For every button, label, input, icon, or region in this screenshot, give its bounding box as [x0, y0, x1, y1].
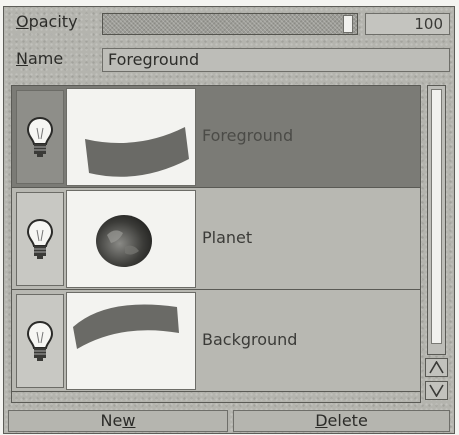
- lightbulb-icon: [26, 320, 54, 361]
- scroll-up-button[interactable]: [425, 358, 448, 377]
- layer-name: Planet: [202, 228, 253, 247]
- lightbulb-icon: [26, 218, 54, 259]
- curved-sheet-thumbnail: [73, 304, 179, 349]
- opacity-value-field[interactable]: 100: [365, 13, 450, 35]
- layer-name: Background: [202, 330, 298, 349]
- layer-thumbnail: [66, 88, 196, 186]
- lightbulb-icon: [26, 116, 54, 157]
- name-label: Name: [16, 49, 64, 68]
- visibility-toggle[interactable]: [16, 294, 64, 388]
- opacity-slider-thumb[interactable]: [343, 15, 353, 33]
- scroll-track[interactable]: [427, 85, 446, 355]
- layer-thumbnail: [66, 190, 196, 288]
- layer-list: Foreground Planet Background: [11, 85, 421, 403]
- layers-panel: Opacity 100 Name Foreground Foreground P…: [3, 6, 455, 434]
- opacity-fill: [103, 14, 357, 34]
- layer-row-background[interactable]: Background: [12, 290, 420, 392]
- scroll-down-button[interactable]: [425, 381, 448, 400]
- layer-list-scrollbar[interactable]: [423, 85, 450, 403]
- delete-layer-button[interactable]: Delete: [233, 410, 450, 432]
- layer-row-foreground[interactable]: Foreground: [12, 86, 420, 188]
- layer-name: Foreground: [202, 126, 294, 145]
- new-layer-button[interactable]: New: [8, 410, 228, 432]
- layer-thumbnail: [66, 292, 196, 390]
- planet-sphere-thumbnail: [96, 215, 152, 267]
- layer-name-input[interactable]: Foreground: [102, 48, 450, 72]
- scroll-thumb[interactable]: [431, 89, 442, 344]
- triangle-up-icon: [429, 361, 444, 374]
- visibility-toggle[interactable]: [16, 192, 64, 286]
- triangle-down-icon: [429, 384, 444, 397]
- layer-row-planet[interactable]: Planet: [12, 188, 420, 290]
- opacity-slider[interactable]: [102, 13, 358, 35]
- opacity-label: Opacity: [16, 12, 78, 31]
- visibility-toggle[interactable]: [16, 90, 64, 184]
- curved-sheet-thumbnail: [85, 127, 189, 177]
